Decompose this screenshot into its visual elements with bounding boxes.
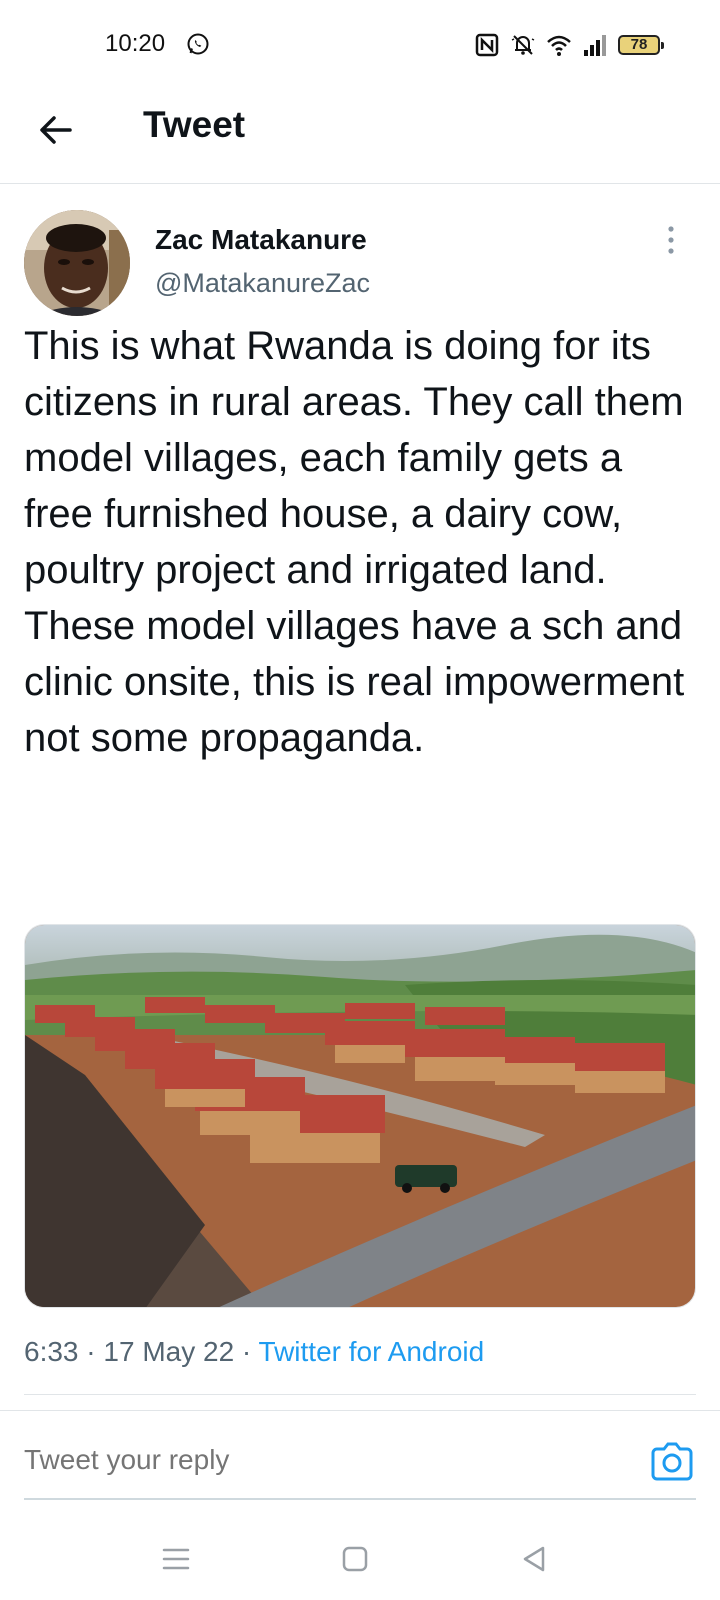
- tweet-date: 17 May 22: [103, 1336, 235, 1367]
- camera-icon[interactable]: [649, 1441, 695, 1481]
- reply-underline: [24, 1498, 696, 1500]
- meta-separator: ·: [241, 1336, 252, 1367]
- home-square-icon[interactable]: [338, 1542, 372, 1576]
- battery-icon: 78: [618, 35, 664, 55]
- tweet-detail-screen: 10:20 78 Tweet Zac Matakanure @Matakanur…: [0, 0, 720, 1600]
- page-title: Tweet: [143, 104, 246, 145]
- author-handle[interactable]: @MatakanureZac: [155, 268, 370, 299]
- previous-tweet-clipped: [150, 184, 440, 190]
- avatar[interactable]: [24, 210, 130, 316]
- nfc-icon: [475, 33, 499, 57]
- reply-input[interactable]: [24, 1444, 624, 1476]
- tweet-photo[interactable]: [24, 924, 696, 1308]
- tweet-source-link[interactable]: Twitter for Android: [259, 1336, 485, 1367]
- system-navbar: [0, 1520, 720, 1600]
- meta-separator: ·: [86, 1336, 96, 1367]
- divider: [24, 1394, 696, 1395]
- tweet-meta: 6:33 · 17 May 22 · Twitter for Android: [24, 1336, 484, 1368]
- tweet-time: 6:33: [24, 1336, 79, 1367]
- status-time: 10:20: [105, 30, 166, 57]
- divider: [0, 1410, 720, 1411]
- back-triangle-icon[interactable]: [517, 1542, 551, 1576]
- status-bar: 10:20 78: [0, 0, 720, 92]
- arrow-left-icon[interactable]: [36, 110, 76, 150]
- tweet-text: This is what Rwanda is doing for its cit…: [24, 324, 685, 760]
- signal-icon: [584, 35, 606, 56]
- menu-icon[interactable]: [159, 1542, 193, 1576]
- more-vertical-icon[interactable]: [664, 224, 678, 256]
- status-icons: 78: [474, 30, 664, 60]
- whatsapp-icon: [187, 33, 209, 55]
- wifi-icon: [547, 35, 571, 56]
- header: Tweet: [0, 92, 720, 184]
- author-name[interactable]: Zac Matakanure: [155, 224, 367, 256]
- silent-icon: [511, 35, 535, 55]
